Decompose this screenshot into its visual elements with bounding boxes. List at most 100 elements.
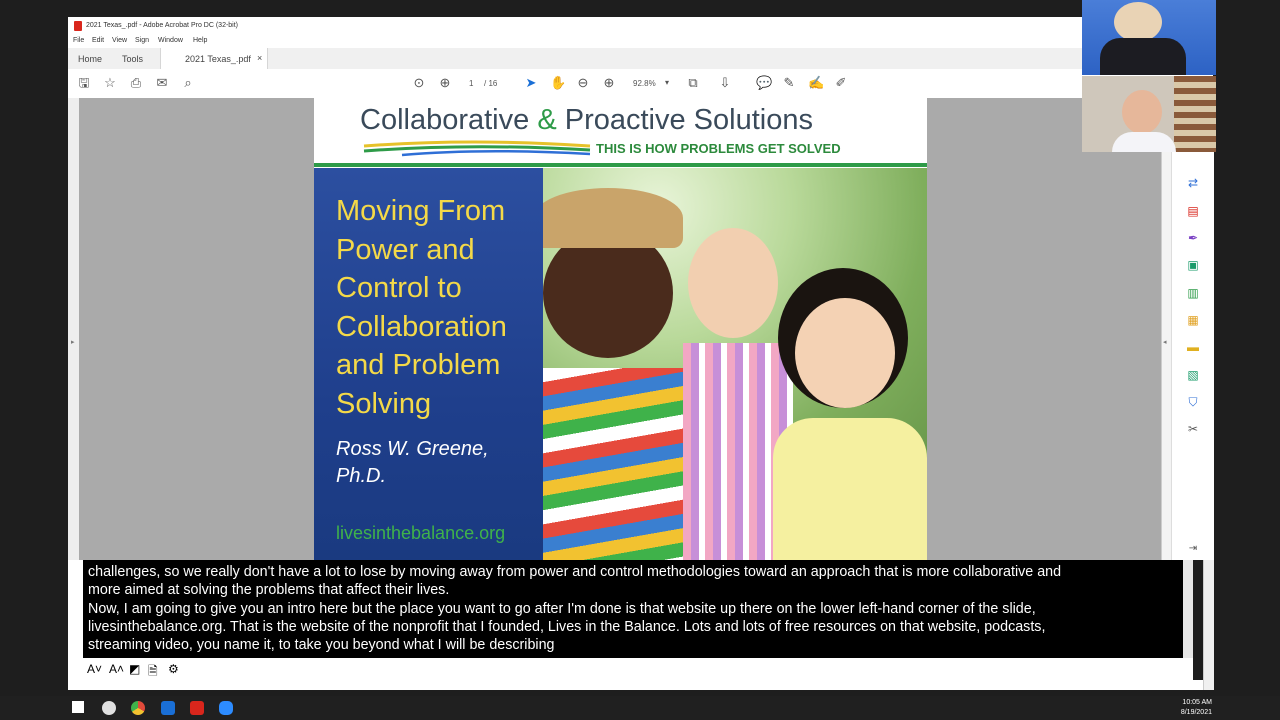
export-pdf-icon[interactable]: ⇄ [1186, 176, 1200, 190]
page-down-icon[interactable]: ⊕ [438, 76, 452, 90]
increase-font-icon[interactable]: A˄ [109, 662, 124, 676]
highlight-pen-icon[interactable]: ✎ [782, 76, 796, 90]
children-photo [543, 168, 927, 560]
left-nav-collapse[interactable]: ▸ [68, 98, 79, 560]
hand-tool-icon[interactable]: ✋ [550, 76, 566, 90]
caption-line: challenges, so we really don't have a lo… [88, 564, 1062, 580]
clock-date: 8/19/2021 [1180, 709, 1212, 716]
close-tab-icon[interactable]: × [257, 53, 262, 63]
select-cursor-icon[interactable]: ➤ [524, 76, 538, 90]
straw-hat [543, 188, 683, 248]
fill-sign-icon[interactable]: ✐ [834, 76, 848, 90]
settings-gear-icon[interactable]: ⚙ [168, 662, 179, 676]
slide-website: livesinthebalance.org [336, 523, 506, 543]
tab-tools[interactable]: Tools [122, 54, 143, 64]
menu-window[interactable]: Window [158, 37, 183, 44]
outlook-icon[interactable] [161, 701, 175, 715]
search-icon[interactable]: ⌕ [181, 76, 195, 90]
brand-right: Proactive Solutions [556, 104, 813, 136]
yellow-dress [773, 418, 927, 560]
caption-scrollbar[interactable] [1183, 560, 1193, 658]
email-icon[interactable]: ✉ [155, 76, 169, 90]
author-degree: Ph.D. [336, 465, 387, 487]
browser-icon[interactable] [102, 701, 116, 715]
caption-line: Now, I am going to give you an intro her… [88, 601, 1036, 617]
toolbar: 🖫 ☆ ⎙ ✉ ⌕ ⊙ ⊕ 1 / 16 ➤ ✋ ⊖ ⊕ 92.8% ▾ ⧉ ⇩… [68, 69, 1213, 99]
title-bar: 2021 Texas_.pdf - Adobe Acrobat Pro DC (… [68, 17, 1213, 35]
bookshelf [1174, 76, 1216, 152]
zoom-level-dropdown[interactable]: 92.8% [633, 79, 656, 88]
window-title: 2021 Texas_.pdf - Adobe Acrobat Pro DC (… [86, 22, 239, 29]
comment-icon[interactable]: 💬 [756, 76, 772, 90]
print-production-icon[interactable]: ▧ [1186, 368, 1200, 382]
organize-pages-icon[interactable]: ▤ [1186, 204, 1200, 218]
menu-view[interactable]: View [112, 37, 127, 44]
brand-tagline: THIS IS HOW PROBLEMS GET SOLVED [596, 141, 841, 156]
expand-left-panel-icon[interactable]: ▸ [71, 338, 75, 346]
slide-author: Ross W. Greene, Ph.D. [336, 436, 536, 490]
menu-sign[interactable]: Sign [135, 37, 149, 44]
menu-edit[interactable]: Edit [92, 37, 104, 44]
outer-scrollbar[interactable] [1203, 560, 1214, 690]
speaker-video-tile[interactable] [1082, 76, 1216, 152]
pdf-app-icon [74, 21, 82, 31]
create-pdf-icon[interactable]: ▣ [1186, 258, 1200, 272]
clock-time: 10:05 AM [1182, 699, 1212, 706]
windows-start-icon[interactable] [72, 701, 84, 713]
brand-ampersand: & [537, 104, 557, 136]
desktop-right [1216, 0, 1280, 720]
collapse-pane-icon[interactable]: ⇥ [1186, 542, 1200, 556]
fill-and-sign-icon[interactable]: ✒ [1186, 231, 1200, 245]
caption-line: more aimed at solving the problems that … [88, 582, 450, 598]
scroll-mode-icon[interactable]: ⇩ [718, 76, 732, 90]
page-total: / 16 [484, 79, 498, 88]
tab-home[interactable]: Home [78, 54, 102, 64]
author-name: Ross W. Greene, [336, 438, 489, 460]
zoom-icon[interactable] [219, 701, 233, 715]
page-number-input[interactable]: 1 [469, 79, 473, 88]
speaker-face [1122, 90, 1162, 134]
slide-header: Collaborative & Proactive Solutions THIS… [314, 98, 927, 164]
comment-tool-icon[interactable]: ▬ [1186, 340, 1200, 354]
tools-pane: ⇄ ▤ ✒ ▣ ▥ ▦ ▬ ▧ ⛉ ✂ ⇥ [1171, 98, 1214, 560]
zoom-in-icon[interactable]: ⊕ [602, 76, 616, 90]
contrast-icon[interactable]: ◩ [129, 662, 140, 676]
tab-document-label: 2021 Texas_.pdf [185, 54, 251, 64]
header-divider [314, 163, 927, 167]
decrease-font-icon[interactable]: A˅ [87, 662, 102, 676]
closed-caption-panel: challenges, so we really don't have a lo… [83, 560, 1183, 658]
brand-swoosh-logo [363, 140, 591, 157]
zoom-out-icon[interactable]: ⊖ [576, 76, 590, 90]
desktop-left [0, 560, 68, 690]
fit-page-icon[interactable]: ⧉ [686, 76, 700, 90]
brand-left: Collaborative [360, 104, 538, 136]
slide-title: Moving From Power and Control to Collabo… [336, 195, 507, 420]
window-left-edge [68, 560, 83, 680]
tab-document[interactable]: 2021 Texas_.pdf × [160, 48, 268, 69]
combine-files-icon[interactable]: ▦ [1186, 313, 1200, 327]
save-icon[interactable]: 🖫 [77, 76, 91, 90]
system-clock[interactable]: 10:05 AM 8/19/2021 [1181, 698, 1212, 718]
print-icon[interactable]: ⎙ [129, 76, 143, 90]
caption-line: livesinthebalance.org. That is the websi… [88, 619, 1046, 635]
collapse-right-panel-icon[interactable]: ◂ [1163, 338, 1167, 346]
chrome-icon[interactable] [131, 701, 145, 715]
more-tools-icon[interactable]: ✂ [1186, 422, 1200, 436]
bookmark-star-icon[interactable]: ☆ [103, 76, 117, 90]
menu-help[interactable]: Help [193, 37, 207, 44]
window-bottom-edge [68, 680, 1213, 690]
draw-icon[interactable]: ✍ [808, 76, 824, 90]
interpreter-body [1100, 38, 1186, 75]
acrobat-taskbar-icon[interactable] [190, 701, 204, 715]
page-up-icon[interactable]: ⊙ [412, 76, 426, 90]
child-face-middle [688, 228, 778, 338]
chevron-down-icon[interactable]: ▾ [660, 76, 674, 90]
menu-file[interactable]: File [73, 37, 84, 44]
windows-taskbar: 10:05 AM 8/19/2021 [0, 696, 1280, 720]
protect-icon[interactable]: ⛉ [1186, 395, 1200, 409]
speaker-shirt [1112, 132, 1176, 152]
edit-pdf-icon[interactable]: ▥ [1186, 286, 1200, 300]
caption-line: streaming video, you name it, to take yo… [88, 637, 555, 653]
interpreter-face [1114, 2, 1162, 42]
interpreter-video-tile[interactable] [1082, 0, 1216, 75]
